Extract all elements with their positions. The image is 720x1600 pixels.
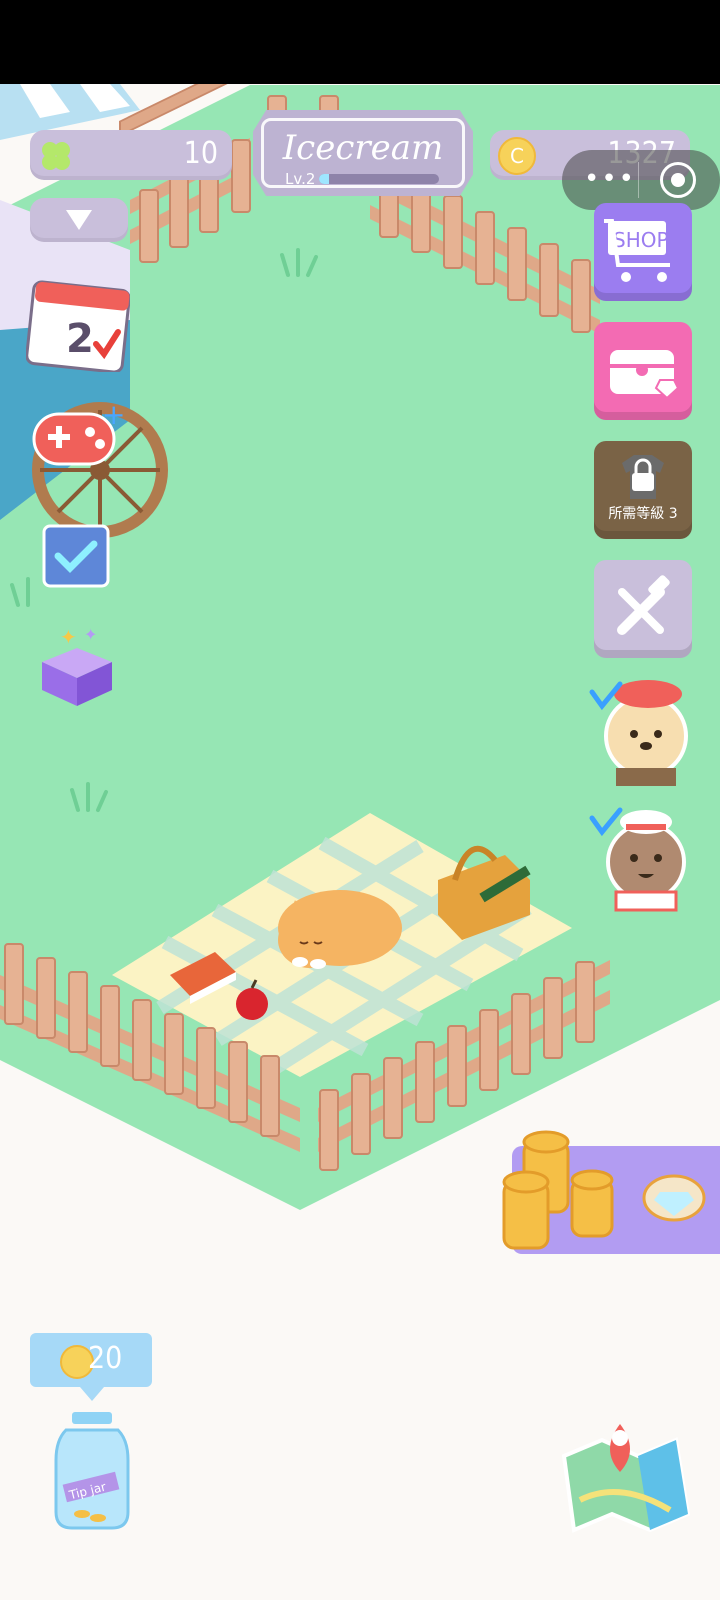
checklist-icon[interactable] <box>40 518 112 590</box>
lock-icon <box>622 455 664 499</box>
tools-button[interactable] <box>594 560 692 658</box>
locked-requirement: 所需等級 3 <box>608 506 678 522</box>
level-progress-bar <box>319 174 439 184</box>
dropdown-button[interactable] <box>30 198 128 242</box>
clover-counter[interactable]: 10 <box>30 130 232 180</box>
shop-name: Icecream <box>282 128 444 168</box>
svg-text:+: + <box>102 402 125 431</box>
calendar-icon[interactable]: 2 <box>26 272 130 372</box>
shop-button[interactable]: SHOP <box>594 203 692 301</box>
calendar-day: 2 <box>66 316 94 362</box>
chest-icon <box>610 350 680 400</box>
tip-amount-bubble: 20 <box>30 1333 152 1401</box>
cat-chef-npc[interactable] <box>586 796 696 914</box>
shop-name-board[interactable]: Icecream Lv.2 <box>253 110 473 196</box>
map-button[interactable] <box>550 1410 690 1534</box>
clover-icon <box>42 142 70 170</box>
miniprogram-capsule[interactable]: ••• <box>562 150 720 210</box>
treasure-chest-button[interactable] <box>594 322 692 420</box>
coin-stack-icon <box>502 1130 614 1250</box>
mystery-box-icon[interactable]: ✦ ✦ <box>32 622 122 712</box>
poodle-npc[interactable] <box>586 672 696 790</box>
tools-icon <box>617 575 670 635</box>
shop-label: SHOP <box>613 228 669 252</box>
tip-jar-icon[interactable]: Tip jar <box>52 1408 132 1532</box>
level-progress-fill <box>319 174 329 184</box>
level-label: Lv.2 <box>285 170 316 188</box>
more-options-icon[interactable]: ••• <box>584 164 636 194</box>
gamepad-icon[interactable]: + <box>30 402 126 474</box>
coin-icon: C <box>498 137 536 175</box>
clover-count: 10 <box>183 136 218 171</box>
status-bar <box>0 0 720 84</box>
svg-text:✦: ✦ <box>60 625 77 649</box>
diamond-icon <box>642 1174 706 1222</box>
dropdown-arrow-icon <box>66 210 92 230</box>
tip-amount: 20 <box>88 1341 123 1376</box>
locked-clothing-button[interactable]: 所需等級 3 <box>594 441 692 539</box>
shopping-cart-icon: SHOP <box>604 219 670 282</box>
svg-text:✦: ✦ <box>84 625 97 644</box>
close-miniprogram-icon[interactable] <box>660 162 696 198</box>
